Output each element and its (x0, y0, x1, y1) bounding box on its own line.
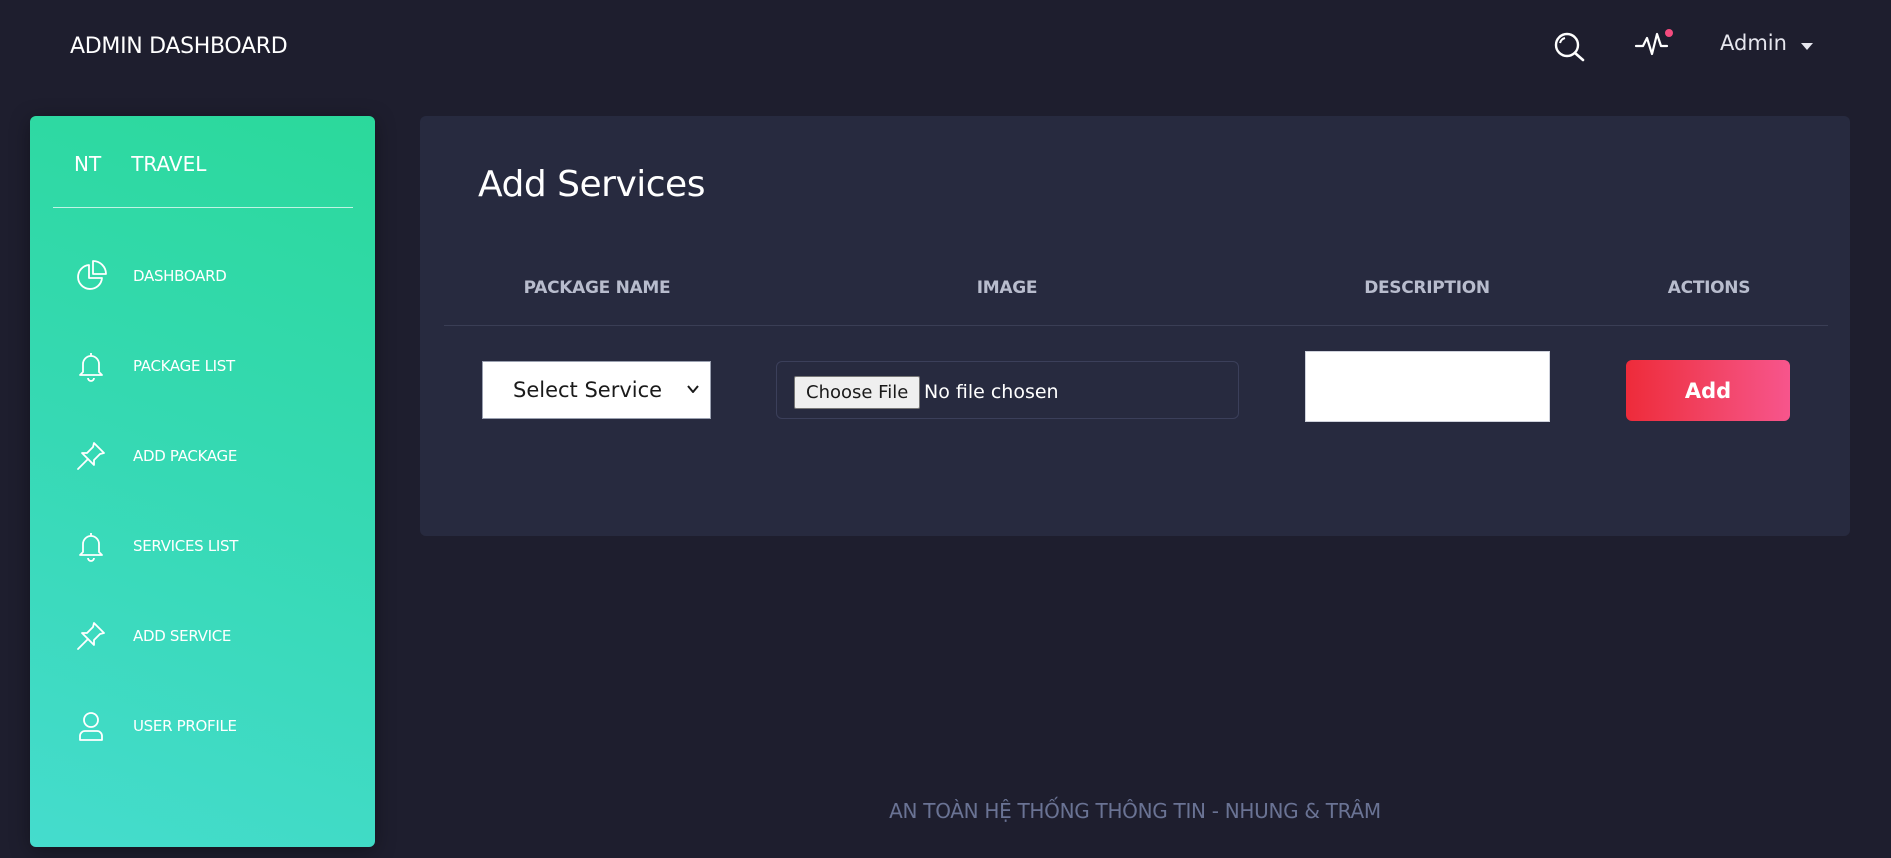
column-header-description: DESCRIPTION (1364, 278, 1490, 298)
app-title: ADMIN DASHBOARD (70, 34, 288, 59)
add-button[interactable]: Add (1626, 360, 1790, 421)
bell-icon (79, 353, 103, 382)
choose-file-button[interactable]: Choose File (794, 376, 921, 409)
page-title: Add Services (478, 164, 705, 205)
sidebar-item-label: PACKAGE LIST (133, 357, 235, 375)
sidebar-item-package-list[interactable]: PACKAGE LIST (30, 336, 375, 396)
sidebar-item-label: ADD SERVICE (133, 627, 232, 645)
column-header-image: IMAGE (976, 278, 1038, 298)
sidebar-item-services-list[interactable]: SERVICES LIST (30, 516, 375, 576)
caret-down-icon (1800, 42, 1813, 50)
sidebar-divider (53, 207, 353, 208)
bell-icon (79, 533, 103, 562)
image-file-input: Choose File No file chosen (776, 361, 1239, 419)
activity-icon[interactable] (1634, 28, 1674, 60)
file-status-text: No file chosen (924, 381, 1059, 403)
user-icon (79, 712, 103, 741)
service-select-value: Select Service (513, 378, 663, 402)
admin-label: Admin (1720, 31, 1787, 55)
sidebar-item-dashboard[interactable]: DASHBOARD (30, 246, 375, 306)
column-header-actions: ACTIONS (1667, 278, 1751, 298)
sidebar-item-add-service[interactable]: ADD SERVICE (30, 606, 375, 666)
logo-travel: TRAVEL (131, 152, 207, 176)
notification-dot (1665, 29, 1673, 37)
sidebar-item-label: ADD PACKAGE (133, 447, 238, 465)
chevron-down-icon (687, 385, 699, 393)
table-divider (444, 325, 1828, 326)
logo-nt: NT (74, 152, 102, 176)
pie-chart-icon (77, 260, 107, 290)
sidebar: NT TRAVEL DASHBOARD PACKAGE LIST ADD PAC… (30, 116, 375, 847)
pin-icon (77, 442, 105, 470)
sidebar-item-add-package[interactable]: ADD PACKAGE (30, 426, 375, 486)
pin-icon (77, 622, 105, 650)
sidebar-item-label: DASHBOARD (133, 267, 227, 285)
column-header-package-name: PACKAGE NAME (523, 278, 671, 298)
sidebar-item-label: SERVICES LIST (133, 537, 239, 555)
top-bar: ADMIN DASHBOARD Admin (0, 0, 1891, 96)
add-services-card: Add Services PACKAGE NAME IMAGE DESCRIPT… (420, 116, 1850, 536)
service-select[interactable]: Select Service (482, 361, 711, 419)
footer-text: AN TOÀN HỆ THỐNG THÔNG TIN - NHUNG & TRÂ… (889, 799, 1381, 823)
search-icon[interactable] (1552, 30, 1586, 64)
sidebar-logo[interactable]: NT TRAVEL (74, 152, 206, 176)
sidebar-item-label: USER PROFILE (133, 717, 237, 735)
description-input[interactable] (1305, 351, 1550, 422)
sidebar-item-user-profile[interactable]: USER PROFILE (30, 696, 375, 756)
admin-user-menu[interactable]: Admin (1720, 28, 1813, 58)
